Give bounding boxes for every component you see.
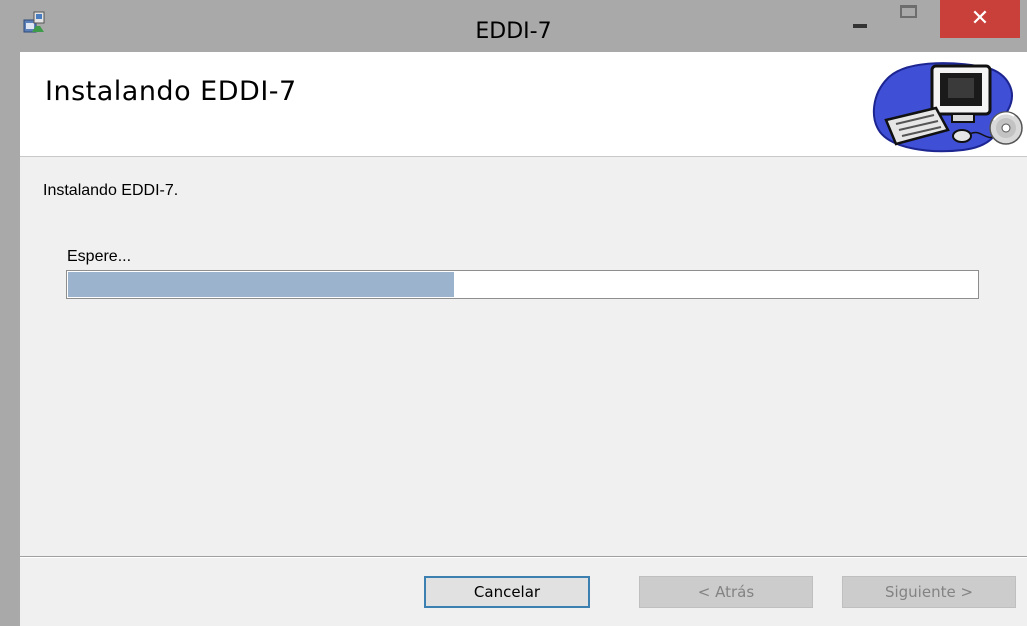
cancel-button[interactable]: Cancelar [424,576,590,608]
progress-bar [66,270,979,299]
installer-window: EDDI-7 ✕ Instalando EDDI-7 Instalando ED… [0,0,1027,626]
progress-label: Espere... [67,248,132,265]
progress-fill [68,272,454,297]
footer-divider [20,556,1027,558]
maximize-button[interactable] [888,0,932,38]
close-button[interactable]: ✕ [940,0,1020,38]
next-button[interactable]: Siguiente > [842,576,1016,608]
status-text: Instalando EDDI-7. [43,182,179,199]
header-banner: Instalando EDDI-7 [20,52,1027,157]
title-bar[interactable]: EDDI-7 ✕ [0,0,1027,52]
minimize-icon [853,24,867,28]
installer-body: Instalando EDDI-7 Instalando EDDI-7. Esp… [20,52,1027,626]
computer-with-cd-icon [872,62,1023,153]
close-icon: ✕ [970,6,990,31]
minimize-button[interactable] [843,0,883,38]
back-button[interactable]: < Atrás [639,576,813,608]
maximize-icon [900,5,917,18]
page-title: Instalando EDDI-7 [45,76,297,107]
